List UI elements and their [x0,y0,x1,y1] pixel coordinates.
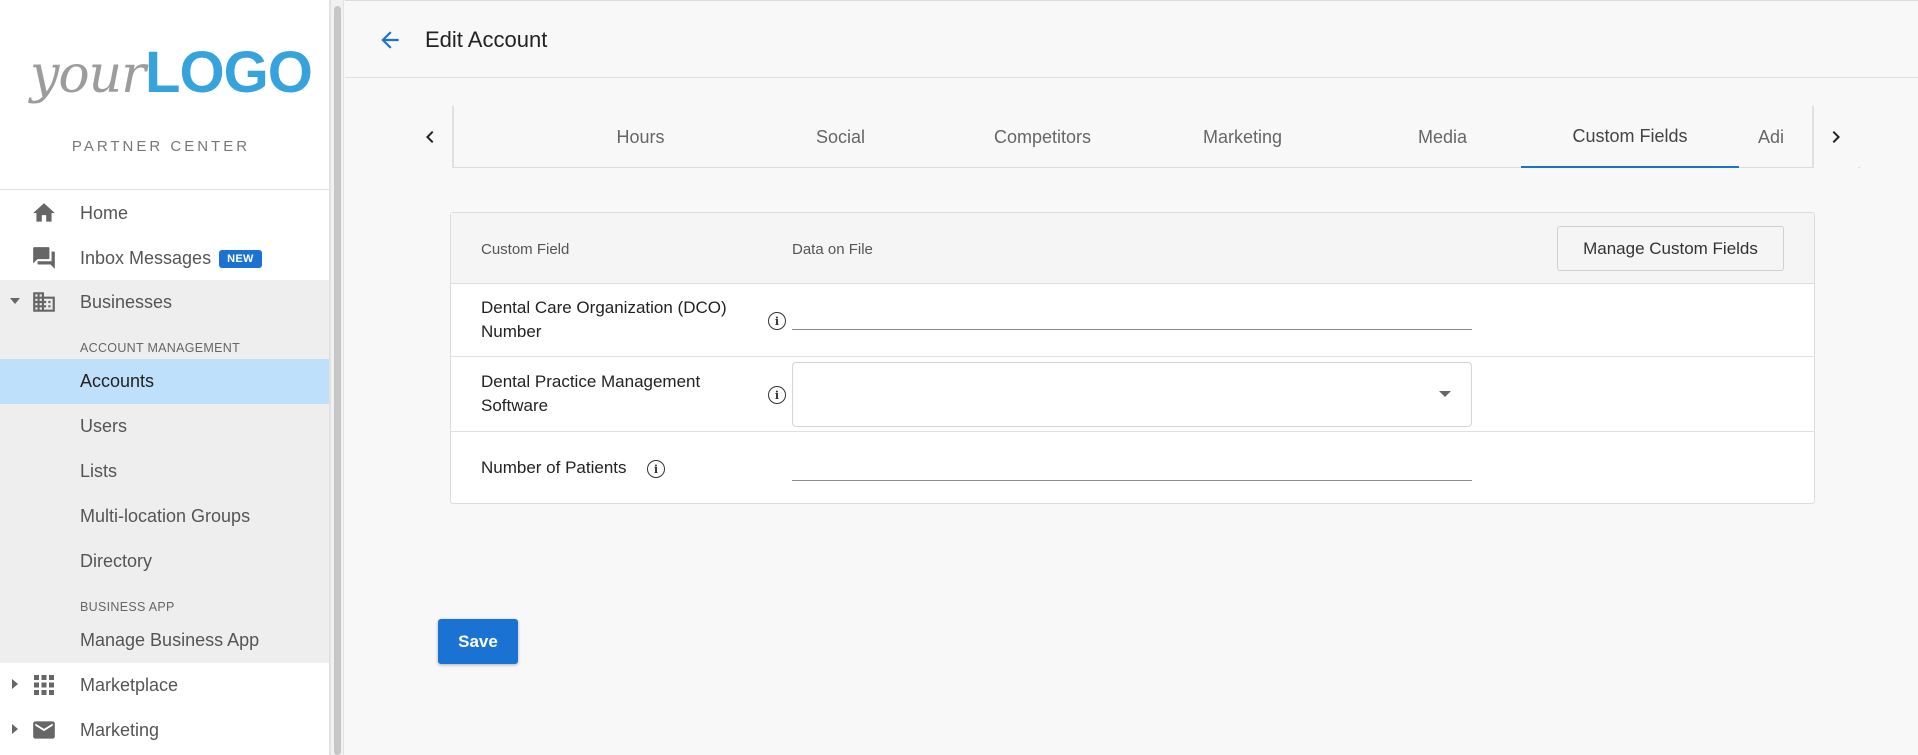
tab-marketing[interactable]: Marketing [1145,106,1340,168]
custom-fields-card: Custom Field Data on File Manage Custom … [450,212,1815,504]
caret-right-icon[interactable] [9,723,21,738]
sidebar-item-label: Marketplace [80,674,179,695]
column-header-custom-field: Custom Field [481,241,570,258]
logo-prefix: your [30,45,146,105]
label-line: Software [481,396,549,415]
tabs-scroll-left[interactable] [408,106,454,168]
page-header: Edit Account [345,0,1918,78]
mail-icon [30,716,58,744]
account-tabs: Hours Social Competitors Marketing Media… [408,106,1860,168]
dco-number-input[interactable] [792,298,1472,330]
custom-field-row: Number of Patients i [451,432,1814,504]
info-icon[interactable]: i [647,460,665,478]
number-of-patients-input[interactable] [792,449,1472,481]
sidebar-item-accounts[interactable]: Accounts [0,359,329,404]
sidebar-item-label: Inbox Messages NEW [80,248,262,269]
logo-brand: LOGO [145,40,313,105]
sidebar-divider [0,189,329,190]
scrollbar-thumb[interactable] [334,6,341,755]
custom-fields-header: Custom Field Data on File Manage Custom … [451,213,1814,284]
sidebar-item-multi-location-groups[interactable]: Multi-location Groups [0,494,329,539]
label-line: Dental Practice Management [481,372,701,391]
custom-field-label: Dental Practice Management Software [481,370,700,418]
tab-administration-partial[interactable]: Adi [1758,106,1818,168]
chevron-right-icon [1832,131,1840,143]
tabs-scroll-right[interactable] [1812,106,1858,168]
tab-custom-fields[interactable]: Custom Fields [1521,106,1739,168]
back-arrow-icon[interactable] [377,27,403,53]
sidebar-item-inbox-messages[interactable]: Inbox Messages NEW [0,236,329,280]
building-icon [30,288,58,316]
sidebar-item-manage-business-app[interactable]: Manage Business App [0,618,329,663]
account-management-heading: ACCOUNT MANAGEMENT [80,341,241,355]
tab-social[interactable]: Social [743,106,938,168]
home-icon [30,199,58,227]
sidebar-item-directory[interactable]: Directory [0,539,329,584]
chevron-left-icon [426,131,434,143]
custom-field-label: Dental Care Organization (DCO) Number [481,296,727,344]
manage-custom-fields-button[interactable]: Manage Custom Fields [1557,226,1784,271]
sidebar-item-label: Home [80,202,129,223]
business-app-heading: BUSINESS APP [80,600,175,614]
sidebar-item-label: Businesses [80,291,173,312]
caret-down-icon[interactable] [9,295,21,310]
label-line: Dental Care Organization (DCO) [481,298,727,317]
label-line: Number [481,322,542,341]
info-icon[interactable]: i [768,312,786,330]
sidebar-item-users[interactable]: Users [0,404,329,449]
partner-center-label: PARTNER CENTER [71,138,251,155]
company-logo: yourLOGO [30,40,313,106]
sidebar-scrollbar[interactable] [330,0,344,755]
new-badge: NEW [219,249,262,268]
sidebar-item-home[interactable]: Home [0,191,329,235]
custom-field-row: Dental Practice Management Software i [451,357,1814,432]
inbox-label: Inbox Messages [80,247,212,268]
practice-software-select[interactable] [792,362,1472,427]
custom-field-row: Dental Care Organization (DCO) Number i [451,284,1814,357]
page-title: Edit Account [425,27,548,52]
chat-bubbles-icon [30,244,58,272]
apps-grid-icon [30,671,58,699]
tab-hours[interactable]: Hours [543,106,738,168]
sidebar-item-lists[interactable]: Lists [0,449,329,494]
dropdown-arrow-icon [1439,391,1451,397]
sidebar-item-marketing[interactable]: Marketing [0,708,329,752]
save-button[interactable]: Save [438,619,518,664]
sidebar: yourLOGO PARTNER CENTER Home Inbox Messa… [0,0,330,755]
caret-right-icon[interactable] [9,678,21,693]
custom-field-label: Number of Patients [481,458,627,477]
tab-media[interactable]: Media [1345,106,1540,168]
sidebar-item-marketplace[interactable]: Marketplace [0,663,329,707]
column-header-data-on-file: Data on File [792,241,873,258]
info-icon[interactable]: i [768,386,786,404]
sidebar-item-label: Marketing [80,719,160,740]
tab-competitors[interactable]: Competitors [945,106,1140,168]
sidebar-item-businesses[interactable]: Businesses [0,280,329,324]
